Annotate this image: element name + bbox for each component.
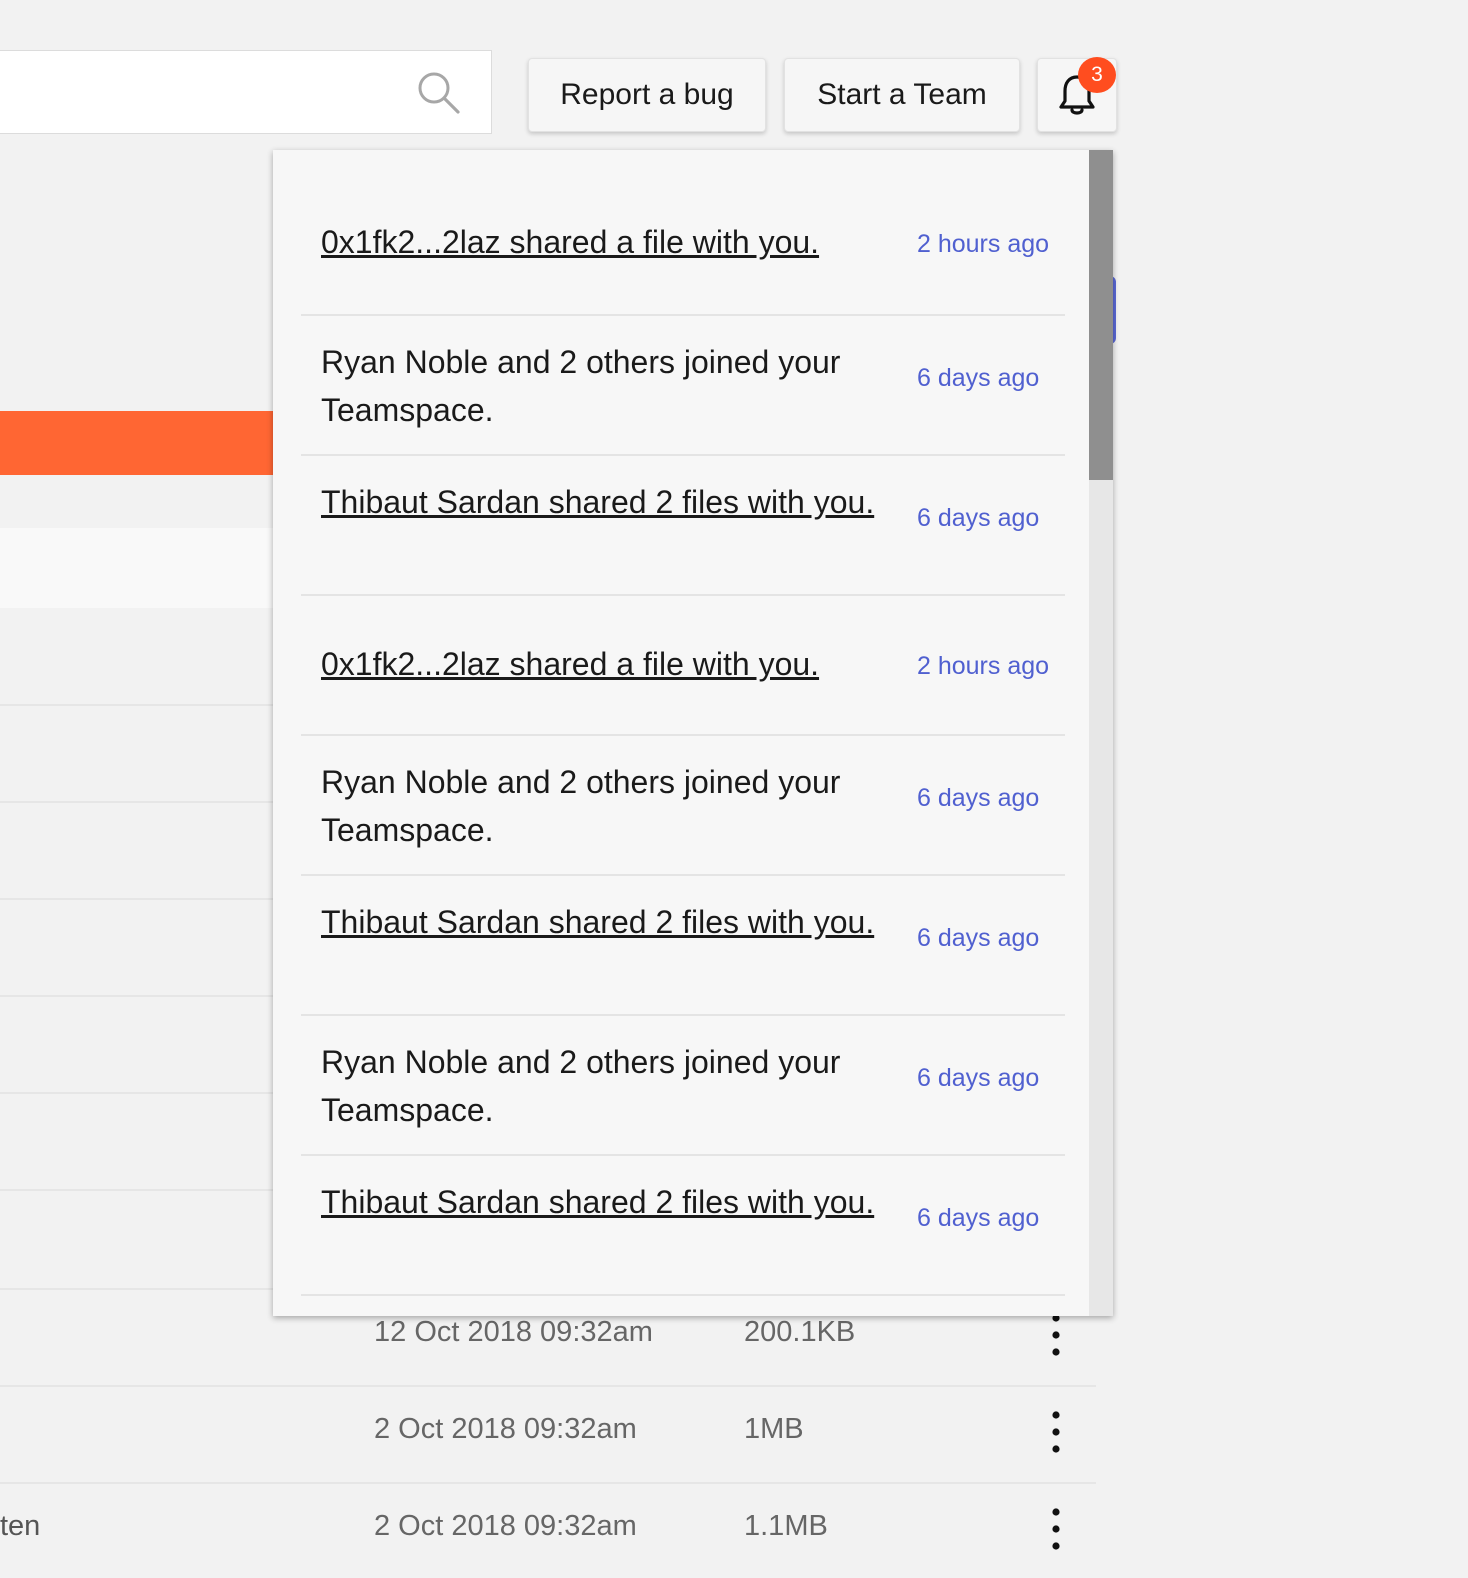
- file-row[interactable]: 2 Oct 2018 09:32am 1MB: [0, 1385, 1096, 1481]
- notification-message[interactable]: Thibaut Sardan shared 2 files with you.: [321, 898, 881, 946]
- notification-item[interactable]: Ryan Noble and 2 others joined your Team…: [301, 736, 1065, 876]
- more-vertical-icon[interactable]: [1046, 1504, 1066, 1554]
- notification-message[interactable]: 0x1fk2...2laz shared a file with you.: [321, 640, 881, 688]
- row-divider: [0, 1385, 1096, 1387]
- notification-item[interactable]: Thibaut Sardan shared 2 files with you. …: [301, 456, 1065, 596]
- notification-time: 6 days ago: [917, 1204, 1040, 1232]
- file-date: 2 Oct 2018 09:32am: [374, 1510, 637, 1542]
- notification-time: 6 days ago: [917, 364, 1040, 392]
- notification-count-badge: 3: [1078, 57, 1116, 93]
- row-divider: [0, 801, 300, 803]
- file-size: 1MB: [744, 1413, 804, 1445]
- more-vertical-icon[interactable]: [1046, 1310, 1066, 1360]
- row-divider: [0, 1092, 300, 1094]
- notification-message: Ryan Noble and 2 others joined your Team…: [321, 344, 841, 428]
- file-name: ten: [0, 1510, 41, 1542]
- notification-time: 2 hours ago: [917, 652, 1050, 680]
- notification-item[interactable]: 0x1fk2...2laz shared a file with you. 2 …: [301, 174, 1065, 316]
- notification-item[interactable]: 0x1fk2...2laz shared a file with you. 2 …: [301, 596, 1065, 736]
- row-divider: [0, 1482, 1096, 1484]
- row-divider: [0, 898, 300, 900]
- notification-time: 6 days ago: [917, 1064, 1040, 1092]
- notification-time: 6 days ago: [917, 924, 1040, 952]
- search-input[interactable]: [11, 51, 405, 135]
- notification-time: 6 days ago: [917, 784, 1040, 812]
- notification-item[interactable]: Thibaut Sardan shared 2 files with you. …: [301, 1156, 1065, 1296]
- selected-row-highlight: [0, 411, 300, 475]
- notification-time: 6 days ago: [917, 504, 1040, 532]
- more-vertical-icon[interactable]: [1046, 1407, 1066, 1457]
- start-team-button[interactable]: Start a Team: [784, 58, 1020, 132]
- row-divider: [0, 704, 300, 706]
- file-size: 200.1KB: [744, 1316, 856, 1348]
- file-size: 1.1MB: [744, 1510, 828, 1542]
- notification-item[interactable]: Ryan Noble and 2 others joined your Team…: [301, 1016, 1065, 1156]
- notification-message[interactable]: Thibaut Sardan shared 2 files with you.: [321, 1178, 881, 1226]
- notifications-dropdown: 0x1fk2...2laz shared a file with you. 2 …: [273, 150, 1113, 1316]
- file-date: 2 Oct 2018 09:32am: [374, 1413, 637, 1445]
- notifications-list: 0x1fk2...2laz shared a file with you. 2 …: [301, 174, 1065, 1296]
- report-bug-button[interactable]: Report a bug: [528, 58, 766, 132]
- file-row[interactable]: ten 2 Oct 2018 09:32am 1.1MB: [0, 1482, 1096, 1578]
- row-divider: [0, 995, 300, 997]
- search-icon[interactable]: [417, 71, 461, 115]
- notification-message[interactable]: 0x1fk2...2laz shared a file with you.: [321, 218, 881, 266]
- notification-item[interactable]: Ryan Noble and 2 others joined your Team…: [301, 316, 1065, 456]
- scrollbar-thumb[interactable]: [1089, 150, 1113, 480]
- search-box: [0, 50, 492, 135]
- hover-row-band: [0, 528, 300, 608]
- notification-message: Ryan Noble and 2 others joined your Team…: [321, 764, 841, 848]
- notification-message: Ryan Noble and 2 others joined your Team…: [321, 1044, 841, 1128]
- row-divider: [0, 1189, 300, 1191]
- notification-time: 2 hours ago: [917, 230, 1050, 258]
- notification-item[interactable]: Thibaut Sardan shared 2 files with you. …: [301, 876, 1065, 1016]
- notification-message[interactable]: Thibaut Sardan shared 2 files with you.: [321, 478, 881, 526]
- file-date: 12 Oct 2018 09:32am: [374, 1316, 653, 1348]
